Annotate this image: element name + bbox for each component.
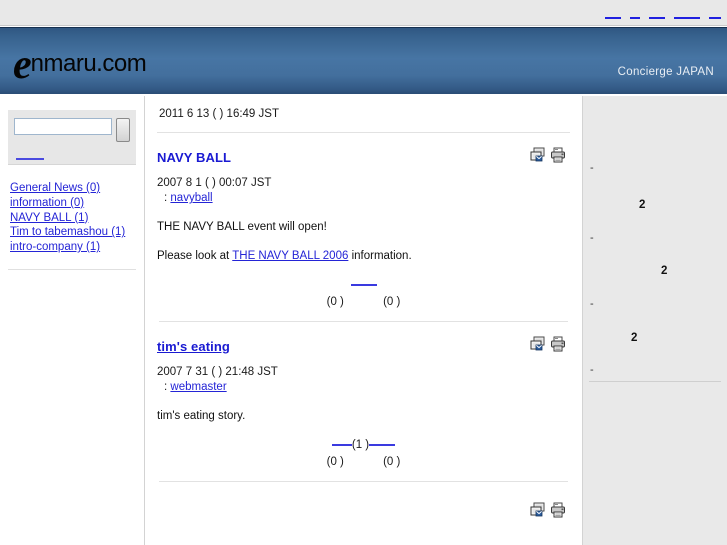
article-author-line: : navyball [164, 191, 570, 206]
article-author-link[interactable]: webmaster [170, 381, 226, 393]
article-author-link[interactable]: navyball [170, 192, 212, 204]
top-nav-link-1[interactable] [605, 8, 621, 19]
content-top-divider [157, 132, 570, 133]
category-list: General News (0) information (0) NAVY BA… [6, 181, 144, 263]
article-footer: (0 ) (0 ) [157, 278, 570, 308]
article-body-link[interactable]: THE NAVY BALL 2006 [232, 250, 348, 262]
main-content: 2011 6 13 ( ) 16:49 JST NAVY BALL 2007 8… [145, 96, 582, 545]
right-item-number: 2 [661, 265, 668, 277]
print-icon[interactable] [550, 147, 566, 163]
article-counters: (0 ) (0 ) [157, 296, 570, 308]
left-sidebar: General News (0) information (0) NAVY BA… [0, 96, 145, 545]
article-author-line: : webmaster [164, 380, 570, 395]
article-body-link-prefix: Please look at [157, 250, 233, 262]
logo-wordmark: nmaru.com [30, 50, 147, 77]
top-nav-link-5[interactable] [709, 8, 721, 19]
top-nav-link-4[interactable] [674, 8, 700, 19]
article-header: NAVY BALL [157, 147, 570, 167]
article-count-left: (0 ) [326, 296, 344, 308]
article-count-right: (0 ) [383, 456, 401, 468]
article-body: THE NAVY BALL event will open! Please lo… [157, 219, 570, 264]
article-meta: 2007 7 31 ( ) 21:48 JST : webmaster [157, 365, 570, 395]
right-item-bullet: - [590, 298, 594, 310]
advanced-search-link[interactable] [16, 151, 44, 160]
right-item-bullet: - [590, 364, 594, 376]
article-count-left: (0 ) [326, 456, 344, 468]
recommend-icon[interactable] [530, 502, 546, 518]
right-item-bullet: - [590, 162, 594, 174]
sidebar-item-intro-company[interactable]: intro-company (1) [10, 240, 140, 255]
site-header: enmaru.com Concierge JAPAN [0, 27, 727, 95]
article-author-prefix: : [164, 192, 168, 204]
article-author-prefix: : [164, 381, 168, 393]
article-date: 2007 7 31 ( ) 21:48 JST [157, 366, 278, 378]
top-strip [0, 0, 727, 26]
article-actions [530, 502, 566, 518]
print-icon[interactable] [550, 502, 566, 518]
article-title[interactable]: NAVY BALL [157, 150, 231, 165]
sidebar-item-tim-to-tabemashou[interactable]: Tim to tabemashou (1) [10, 225, 140, 240]
search-row [14, 118, 130, 142]
top-navigation [605, 8, 721, 19]
article-body-link-line: Please look at THE NAVY BALL 2006 inform… [157, 248, 570, 264]
site-logo[interactable]: enmaru.com [13, 42, 147, 88]
article-header: tim's eating [157, 336, 570, 356]
article-item [153, 502, 574, 522]
article-title[interactable]: tim's eating [157, 339, 230, 354]
article-body-line: tim's eating story. [157, 410, 246, 422]
sidebar-item-navy-ball[interactable]: NAVY BALL (1) [10, 211, 140, 226]
top-nav-link-3[interactable] [649, 8, 665, 19]
left-sidebar-divider [8, 268, 136, 270]
article-footer-links: (1 ) [157, 438, 570, 452]
article-divider [159, 481, 568, 482]
article-header [157, 502, 570, 522]
right-sidebar: - 2 - 2 - 2 - [582, 96, 727, 545]
search-input[interactable] [14, 118, 112, 135]
search-block [8, 110, 136, 165]
sidebar-item-information[interactable]: information (0) [10, 196, 140, 211]
print-icon[interactable] [550, 336, 566, 352]
article-more-link[interactable] [350, 278, 377, 286]
right-sidebar-divider [589, 381, 721, 382]
article-item: NAVY BALL 2007 8 1 () 00:07 JST: navyb… [153, 147, 574, 322]
body-columns: General News (0) information (0) NAVY BA… [0, 96, 727, 545]
article-footer-links [157, 278, 570, 292]
article-comment-count: (1 ) [351, 439, 370, 451]
article-actions [530, 336, 566, 352]
article-body: tim's eating story. [157, 408, 570, 424]
current-datetime: 2011 6 13 ( ) 16:49 JST [159, 108, 279, 120]
sidebar-item-general-news[interactable]: General News (0) [10, 181, 140, 196]
article-date: 2007 8 1 ( ) 00:07 JST [157, 177, 272, 189]
logo-initial: e [13, 42, 32, 88]
article-body-line: THE NAVY BALL event will open! [157, 221, 327, 233]
top-nav-link-2[interactable] [630, 8, 640, 19]
article-divider [159, 321, 568, 322]
search-submit-button[interactable] [116, 118, 130, 142]
article-item: tim's eating 2007 7 31 () 21:48 JST: w… [153, 336, 574, 482]
header-tagline: Concierge JAPAN [617, 66, 714, 78]
article-actions [530, 147, 566, 163]
recommend-icon[interactable] [530, 147, 546, 163]
article-body-link-suffix: information. [348, 250, 412, 262]
article-meta: 2007 8 1 ( ) 00:07 JST : navyball [157, 176, 570, 206]
article-more-link[interactable] [369, 438, 396, 446]
recommend-icon[interactable] [530, 336, 546, 352]
right-item-bullet: - [590, 232, 594, 244]
article-read-more-link[interactable] [331, 438, 352, 446]
right-item-number: 2 [631, 332, 638, 344]
article-count-right: (0 ) [383, 296, 401, 308]
page-root: enmaru.com Concierge JAPAN General News … [0, 0, 727, 545]
right-item-number: 2 [639, 199, 646, 211]
article-footer: (1 ) (0 ) (0 ) [157, 438, 570, 468]
article-counters: (0 ) (0 ) [157, 456, 570, 468]
